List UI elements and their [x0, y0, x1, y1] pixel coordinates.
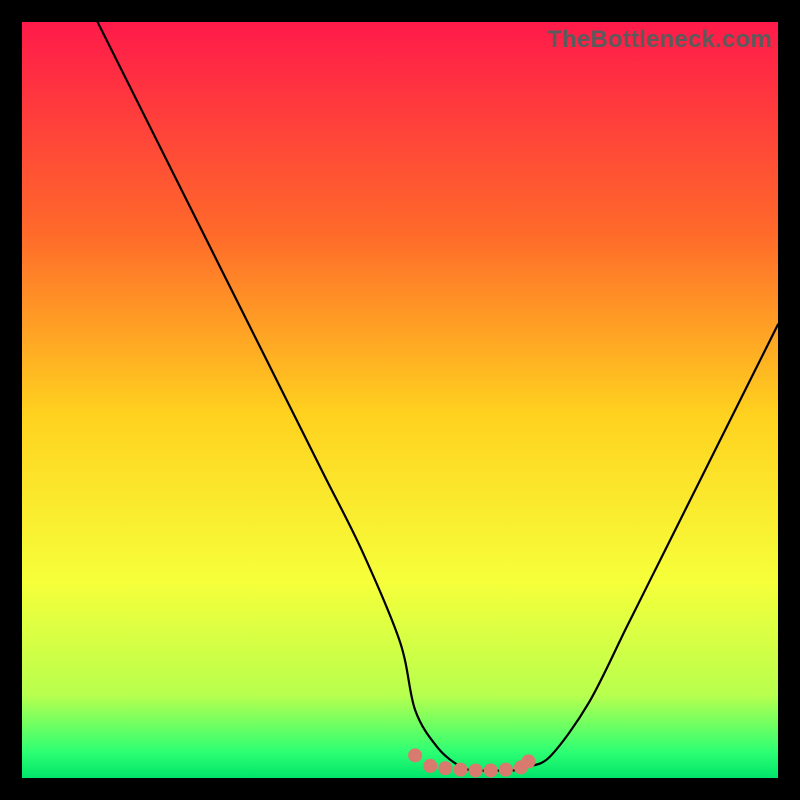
trough-marker-dot [453, 763, 467, 777]
watermark-text: TheBottleneck.com [547, 26, 772, 54]
trough-marker-dot [499, 763, 513, 777]
bottleneck-curve [98, 22, 778, 771]
trough-marker-dot [522, 754, 536, 768]
trough-marker-dot [484, 763, 498, 777]
trough-marker-dot [423, 759, 437, 773]
trough-marker-dot [469, 763, 483, 777]
chart-stage: TheBottleneck.com [0, 0, 800, 800]
trough-marker-dot [438, 761, 452, 775]
curve-layer [22, 22, 778, 778]
plot-area: TheBottleneck.com [22, 22, 778, 778]
trough-markers [408, 748, 535, 777]
trough-marker-dot [408, 748, 422, 762]
